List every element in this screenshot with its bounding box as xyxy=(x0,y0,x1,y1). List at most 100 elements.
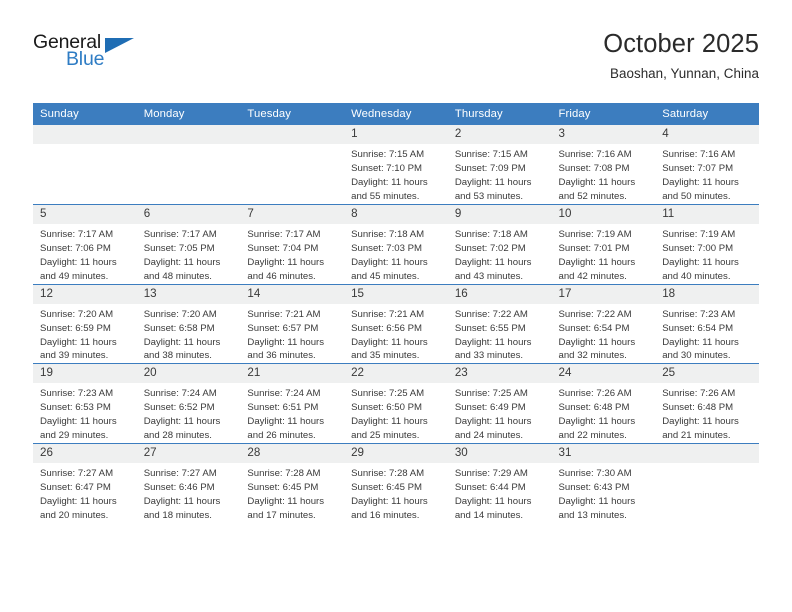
day-number: 17 xyxy=(551,284,656,304)
day-detail: Sunrise: 7:23 AM Sunset: 6:54 PM Daylight:… xyxy=(655,304,759,364)
calendar-day-cell[interactable]: 20 Sunrise: 7:24 AM Sunset: 6:52 PM Dayligh… xyxy=(136,363,241,444)
sunset-text: Sunset: 7:09 PM xyxy=(454,162,526,174)
sunrise-text: Sunrise: 7:18 AM xyxy=(351,228,425,240)
day-detail: Sunrise: 7:25 AM Sunset: 6:50 PM Daylight:… xyxy=(344,383,448,443)
sunrise-text: Sunrise: 7:15 AM xyxy=(351,149,425,160)
general-blue-logo[interactable]: General Blue xyxy=(33,32,153,81)
day-detail: Sunrise: 7:19 AM Sunset: 7:01 PM Daylight:… xyxy=(552,224,656,284)
day-number: 6 xyxy=(136,204,241,224)
daylight-text-line1: Daylight: 11 hours xyxy=(143,496,221,508)
day-detail: Sunrise: 7:22 AM Sunset: 6:55 PM Daylight:… xyxy=(448,304,552,364)
calendar-day-cell[interactable]: 30 Sunrise: 7:29 AM Sunset: 6:44 PM Dayligh… xyxy=(447,443,552,524)
calendar-day-cell[interactable]: 19 Sunrise: 7:23 AM Sunset: 6:53 PM Dayligh… xyxy=(33,363,137,444)
daylight-text-line1: Daylight: 11 hours xyxy=(143,256,221,268)
calendar-day-cell[interactable]: 23 Sunrise: 7:25 AM Sunset: 6:49 PM Dayligh… xyxy=(447,363,552,444)
sunset-text: Sunset: 6:51 PM xyxy=(247,402,319,414)
day-detail: Sunrise: 7:22 AM Sunset: 6:54 PM Daylight:… xyxy=(552,304,656,364)
calendar-day-cell[interactable]: 7 Sunrise: 7:17 AM Sunset: 7:04 PM Daylight… xyxy=(240,203,345,285)
daylight-text-line2: and 53 minutes. xyxy=(454,190,524,202)
weekday-header-saturday: Saturday xyxy=(655,103,759,125)
day-number: 25 xyxy=(655,364,759,384)
daylight-text-line2: and 29 minutes. xyxy=(40,430,109,442)
sunrise-text: Sunrise: 7:24 AM xyxy=(247,388,321,400)
calendar-day-cell[interactable]: 25 Sunrise: 7:26 AM Sunset: 6:48 PM Dayligh… xyxy=(655,363,759,444)
calendar-day-cell[interactable]: 28 Sunrise: 7:28 AM Sunset: 6:45 PM Dayligh… xyxy=(240,443,345,524)
day-number: 15 xyxy=(344,284,448,304)
calendar-week-row: 26 Sunrise: 7:27 AM Sunset: 6:47 PM Dayligh… xyxy=(33,443,759,524)
calendar-day-cell[interactable]: 13 Sunrise: 7:20 AM Sunset: 6:58 PM Dayligh… xyxy=(136,283,241,364)
day-number xyxy=(240,125,345,144)
daylight-text-line1: Daylight: 11 hours xyxy=(662,416,739,428)
day-number: 20 xyxy=(136,364,241,384)
day-detail: Sunrise: 7:28 AM Sunset: 6:45 PM Daylight:… xyxy=(344,463,448,523)
daylight-text-line2: and 49 minutes. xyxy=(40,270,109,282)
day-detail: Sunrise: 7:18 AM Sunset: 7:03 PM Daylight:… xyxy=(344,224,448,284)
daylight-text-line2: and 36 minutes. xyxy=(247,350,316,362)
weekday-header-tuesday: Tuesday xyxy=(240,103,345,125)
sunrise-text: Sunrise: 7:18 AM xyxy=(454,228,528,240)
daylight-text-line1: Daylight: 11 hours xyxy=(454,416,532,428)
calendar-day-cell[interactable]: 6 Sunrise: 7:17 AM Sunset: 7:05 PM Daylight… xyxy=(136,203,241,285)
calendar-day-cell[interactable]: 10 Sunrise: 7:19 AM Sunset: 7:01 PM Dayligh… xyxy=(551,203,656,285)
sunset-text: Sunset: 6:45 PM xyxy=(247,482,319,494)
calendar-day-cell[interactable]: 16 Sunrise: 7:22 AM Sunset: 6:55 PM Dayligh… xyxy=(447,283,552,364)
sunset-text: Sunset: 6:47 PM xyxy=(40,482,111,494)
calendar-day-cell[interactable]: 17 Sunrise: 7:22 AM Sunset: 6:54 PM Dayligh… xyxy=(551,283,656,364)
sunrise-text: Sunrise: 7:17 AM xyxy=(247,228,321,240)
sunset-text: Sunset: 6:49 PM xyxy=(454,402,526,414)
sunset-text: Sunset: 6:54 PM xyxy=(662,322,734,334)
calendar-day-cell[interactable]: 5 Sunrise: 7:17 AM Sunset: 7:06 PM Daylight… xyxy=(33,203,137,285)
daylight-text-line2: and 28 minutes. xyxy=(143,430,212,442)
calendar-day-cell[interactable]: 12 Sunrise: 7:20 AM Sunset: 6:59 PM Dayligh… xyxy=(33,283,137,364)
calendar-day-cell[interactable]: 11 Sunrise: 7:19 AM Sunset: 7:00 PM Dayligh… xyxy=(655,203,759,285)
calendar-day-cell[interactable]: 8 Sunrise: 7:18 AM Sunset: 7:03 PM Daylight… xyxy=(344,203,448,285)
calendar-day-cell[interactable]: 27 Sunrise: 7:27 AM Sunset: 6:46 PM Dayligh… xyxy=(136,443,241,524)
calendar-day-cell[interactable]: 1 Sunrise: 7:15 AM Sunset: 7:10 PM Daylight… xyxy=(344,125,448,205)
calendar-day-cell[interactable]: 31 Sunrise: 7:30 AM Sunset: 6:43 PM Dayligh… xyxy=(551,443,656,524)
calendar-day-cell[interactable]: 29 Sunrise: 7:28 AM Sunset: 6:45 PM Dayligh… xyxy=(344,443,448,524)
daylight-text-line1: Daylight: 11 hours xyxy=(454,496,532,508)
sunrise-sunset-calendar: Sunday Monday Tuesday Wednesday Thursday… xyxy=(33,103,759,524)
logo-triangle-icon xyxy=(105,37,134,53)
day-number: 2 xyxy=(447,125,552,144)
sunset-text: Sunset: 6:48 PM xyxy=(558,402,630,414)
daylight-text-line1: Daylight: 11 hours xyxy=(454,336,532,348)
sunrise-text: Sunrise: 7:16 AM xyxy=(662,149,736,160)
weekday-header-monday: Monday xyxy=(136,103,241,125)
daylight-text-line1: Daylight: 11 hours xyxy=(40,256,117,268)
calendar-day-cell[interactable]: 9 Sunrise: 7:18 AM Sunset: 7:02 PM Daylight… xyxy=(447,203,552,285)
daylight-text-line2: and 25 minutes. xyxy=(351,430,420,442)
daylight-text-line1: Daylight: 11 hours xyxy=(351,176,428,188)
sunset-text: Sunset: 6:44 PM xyxy=(454,482,526,494)
sunrise-text: Sunrise: 7:27 AM xyxy=(40,468,114,480)
daylight-text-line1: Daylight: 11 hours xyxy=(247,256,325,268)
calendar-day-cell[interactable]: 24 Sunrise: 7:26 AM Sunset: 6:48 PM Dayligh… xyxy=(551,363,656,444)
day-detail: Sunrise: 7:25 AM Sunset: 6:49 PM Daylight:… xyxy=(448,383,552,443)
calendar-day-cell[interactable]: 3 Sunrise: 7:16 AM Sunset: 7:08 PM Daylight… xyxy=(551,125,656,205)
sunrise-text: Sunrise: 7:19 AM xyxy=(558,228,632,240)
calendar-day-cell[interactable]: 14 Sunrise: 7:21 AM Sunset: 6:57 PM Dayligh… xyxy=(240,283,345,364)
day-number: 8 xyxy=(344,204,448,224)
calendar-day-cell[interactable]: 2 Sunrise: 7:15 AM Sunset: 7:09 PM Daylight… xyxy=(447,125,552,205)
sunrise-text: Sunrise: 7:22 AM xyxy=(558,308,632,320)
calendar-day-cell[interactable]: 26 Sunrise: 7:27 AM Sunset: 6:47 PM Dayligh… xyxy=(33,443,137,524)
day-number xyxy=(655,444,759,464)
calendar-day-cell[interactable]: 18 Sunrise: 7:23 AM Sunset: 6:54 PM Dayligh… xyxy=(655,283,759,364)
daylight-text-line1: Daylight: 11 hours xyxy=(558,416,636,428)
sunset-text: Sunset: 6:45 PM xyxy=(351,482,423,494)
calendar-day-cell[interactable]: 15 Sunrise: 7:21 AM Sunset: 6:56 PM Dayligh… xyxy=(344,283,448,364)
weekday-header-sunday: Sunday xyxy=(33,103,137,125)
sunrise-text: Sunrise: 7:20 AM xyxy=(40,308,114,320)
sunset-text: Sunset: 6:50 PM xyxy=(351,402,423,414)
day-detail: Sunrise: 7:27 AM Sunset: 6:47 PM Daylight:… xyxy=(33,463,137,523)
sunrise-text: Sunrise: 7:17 AM xyxy=(143,228,217,240)
day-number xyxy=(136,125,241,144)
calendar-day-cell[interactable]: 22 Sunrise: 7:25 AM Sunset: 6:50 PM Dayligh… xyxy=(344,363,448,444)
daylight-text-line1: Daylight: 11 hours xyxy=(662,176,739,188)
sunset-text: Sunset: 7:01 PM xyxy=(558,242,630,254)
daylight-text-line2: and 38 minutes. xyxy=(143,350,212,362)
calendar-day-cell[interactable]: 21 Sunrise: 7:24 AM Sunset: 6:51 PM Dayligh… xyxy=(240,363,345,444)
weekday-header-wednesday: Wednesday xyxy=(344,103,448,125)
calendar-day-cell[interactable]: 4 Sunrise: 7:16 AM Sunset: 7:07 PM Daylight… xyxy=(655,125,759,205)
daylight-text-line2: and 21 minutes. xyxy=(662,430,731,442)
